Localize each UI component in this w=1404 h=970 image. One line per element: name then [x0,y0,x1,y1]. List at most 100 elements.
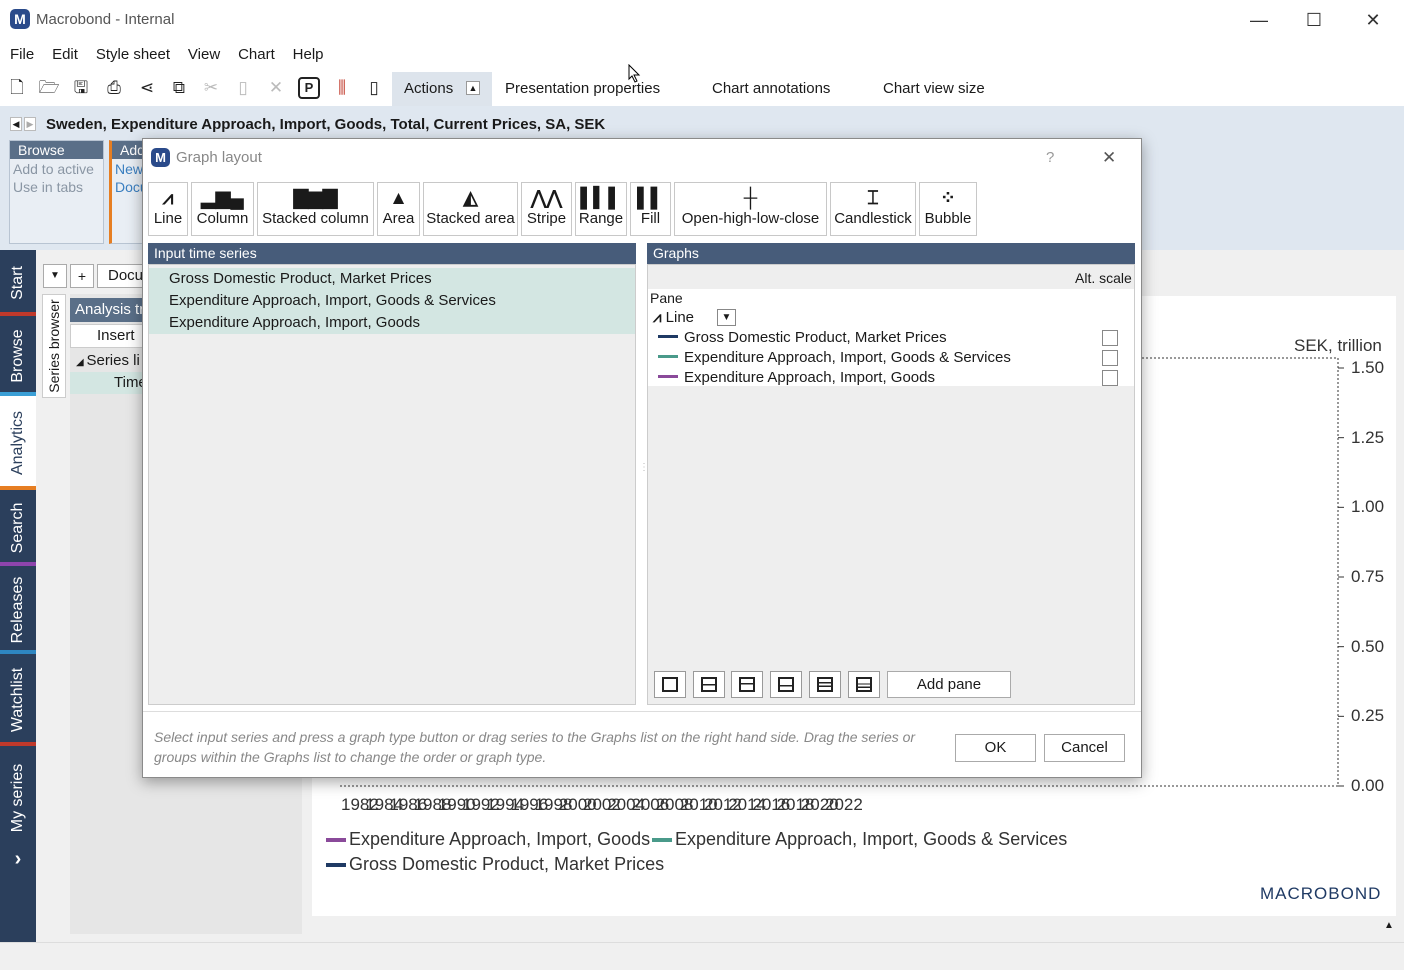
ok-button[interactable]: OK [955,734,1036,762]
graph-type-label: Open-high-low-close [681,210,820,227]
sidebar-tab-label: Analytics [9,410,26,476]
input-row[interactable]: Gross Domestic Product, Market Prices [149,268,635,290]
help-text: Select input series and press a graph ty… [154,729,916,765]
stacked-area-icon: ◭ [463,188,478,209]
sidebar-tab-browse[interactable]: Browse [0,316,36,396]
x-tick-label: 2022 [825,795,863,814]
legend-item: Expenditure Approach, Import, Goods [326,829,650,850]
stripe-icon: ⋀⋀ [530,188,563,209]
graph-type-label: Stripe [526,210,567,227]
dialog-help-button[interactable]: ? [1046,149,1054,166]
graph-type-label: Candlestick [834,210,912,227]
graph-type-range-button[interactable]: ▌▍▌ Range [575,182,627,236]
sidebar-tab-analytics[interactable]: Analytics [0,396,36,490]
sidebar-tab-releases[interactable]: Releases [0,566,36,654]
sidebar-tab-my-series[interactable]: My series [0,746,36,850]
mouse-cursor-icon [628,64,641,83]
layout-2-pane-alt-button[interactable] [731,671,763,698]
y-tick-label: 1.50 [1351,358,1385,377]
alt-scale-checkbox[interactable] [1102,330,1118,346]
macrobond-brand: MACROBOND [1260,884,1382,903]
cancel-button[interactable]: Cancel [1044,734,1125,762]
graph-type-line-button[interactable]: ⩘ Line [148,182,188,236]
sidebar-tab-search[interactable]: Search [0,490,36,566]
chevron-right-icon[interactable]: › [0,848,36,872]
graph-type-area-button[interactable]: ▲ Area [377,182,420,236]
graph-type-label: Range [578,210,624,227]
layout-3-pane-alt-button[interactable] [848,671,880,698]
dialog-logo-icon: M [151,148,170,167]
graph-type-label: Stacked column [262,210,369,227]
sidebar: Start Browse Analytics Search Releases Watchl… [0,250,36,942]
input-row[interactable]: Expenditure Approach, Import, Goods [149,312,635,334]
graph-type-candlestick-button[interactable]: ⌶ Candlestick [830,182,916,236]
y-tick-label: 1.00 [1351,497,1385,517]
legend-swatch [326,863,346,868]
legend-label: Expenditure Approach, Import, Goods & Se… [675,829,1068,849]
area-chart-icon: ▲ [389,188,408,209]
graph-type-open-high-low-close-button[interactable]: ┼ Open-high-low-close [674,182,827,236]
graph-type-label: Area [382,210,415,227]
alt-scale-label: Alt. scale [1075,270,1132,286]
series-color-swatch [658,375,678,379]
graph-row[interactable]: Gross Domestic Product, Market Prices [658,328,1118,348]
alt-scale-header [648,265,1134,289]
graph-row-label: Expenditure Approach, Import, Goods [684,369,935,386]
line-graph-group[interactable]: ⩘ Line [653,309,694,326]
dialog-close-button[interactable]: ✕ [1102,148,1116,168]
y-tick-label: 0.75 [1351,567,1385,586]
scroll-up-icon[interactable]: ▲ [1382,920,1396,934]
graph-type-label: Line [665,309,694,326]
graphs-head: Graphs [647,243,1135,264]
series-color-swatch [658,355,678,359]
bubble-icon: ⁘ [940,188,956,209]
legend-label: Expenditure Approach, Import, Goods [349,829,651,849]
graph-type-fill-button[interactable]: ▌▌ Fill [630,182,671,236]
input-row[interactable]: Expenditure Approach, Import, Goods & Se… [149,290,635,312]
series-color-swatch [658,335,678,339]
graph-row-label: Gross Domestic Product, Market Prices [684,329,947,346]
graph-type-stacked-area-button[interactable]: ◭ Stacked area [423,182,518,236]
graph-type-label: Fill [640,210,661,227]
sidebar-tab-label: Start [9,266,26,300]
graph-type-label: Line [153,210,183,227]
pane-label: Pane [650,290,683,306]
graph-type-bubble-button[interactable]: ⁘ Bubble [919,182,977,236]
fill-icon: ▌▌ [637,188,664,209]
dialog-title: Graph layout [176,149,262,166]
graph-type-stripe-button[interactable]: ⋀⋀ Stripe [521,182,572,236]
chart-unit-label: SEK, trillion [1294,336,1382,355]
legend-label: Gross Domestic Product, Market Prices [349,854,665,874]
y-tick-label: 0.25 [1351,706,1385,726]
layout-3-pane-button[interactable] [809,671,841,698]
graph-type-stacked-column-button[interactable]: ▇▆▇ Stacked column [257,182,374,236]
graph-row[interactable]: Expenditure Approach, Import, Goods [658,368,1118,388]
graph-type-column-button[interactable]: ▂▆▄ Column [191,182,254,236]
stacked-column-icon: ▇▆▇ [293,188,338,209]
graph-row[interactable]: Expenditure Approach, Import, Goods & Se… [658,348,1118,368]
sidebar-tab-label: Watchlist [9,667,26,733]
sidebar-tab-label: My series [9,763,26,833]
ohlc-icon: ┼ [743,188,758,209]
line-chart-icon: ⩘ [162,188,174,209]
y-tick-label: 0.00 [1351,776,1385,795]
graph-type-label: Stacked area [426,210,515,227]
layout-2-pane-button[interactable] [693,671,725,698]
layout-2-pane-bottom-button[interactable] [770,671,802,698]
graph-type-label: Column [196,210,249,227]
layout-1-pane-button[interactable] [654,671,686,698]
sidebar-tab-label: Releases [9,576,26,644]
add-pane-button[interactable]: Add pane [887,671,1011,698]
column-chart-icon: ▂▆▄ [201,188,244,209]
alt-scale-checkbox[interactable] [1102,370,1118,386]
splitter-handle[interactable]: ⋮ [639,463,649,485]
y-tick-label: 0.50 [1351,636,1385,656]
input-series-head: Input time series [148,243,636,264]
sidebar-tab-start[interactable]: Start [0,250,36,316]
graph-type-dropdown[interactable]: ▼ [717,309,736,326]
sidebar-tab-label: Search [9,502,26,554]
candlestick-icon: ⌶ [867,188,879,209]
sidebar-tab-watchlist[interactable]: Watchlist [0,654,36,746]
legend-item: Expenditure Approach, Import, Goods & Se… [652,829,1067,850]
alt-scale-checkbox[interactable] [1102,350,1118,366]
